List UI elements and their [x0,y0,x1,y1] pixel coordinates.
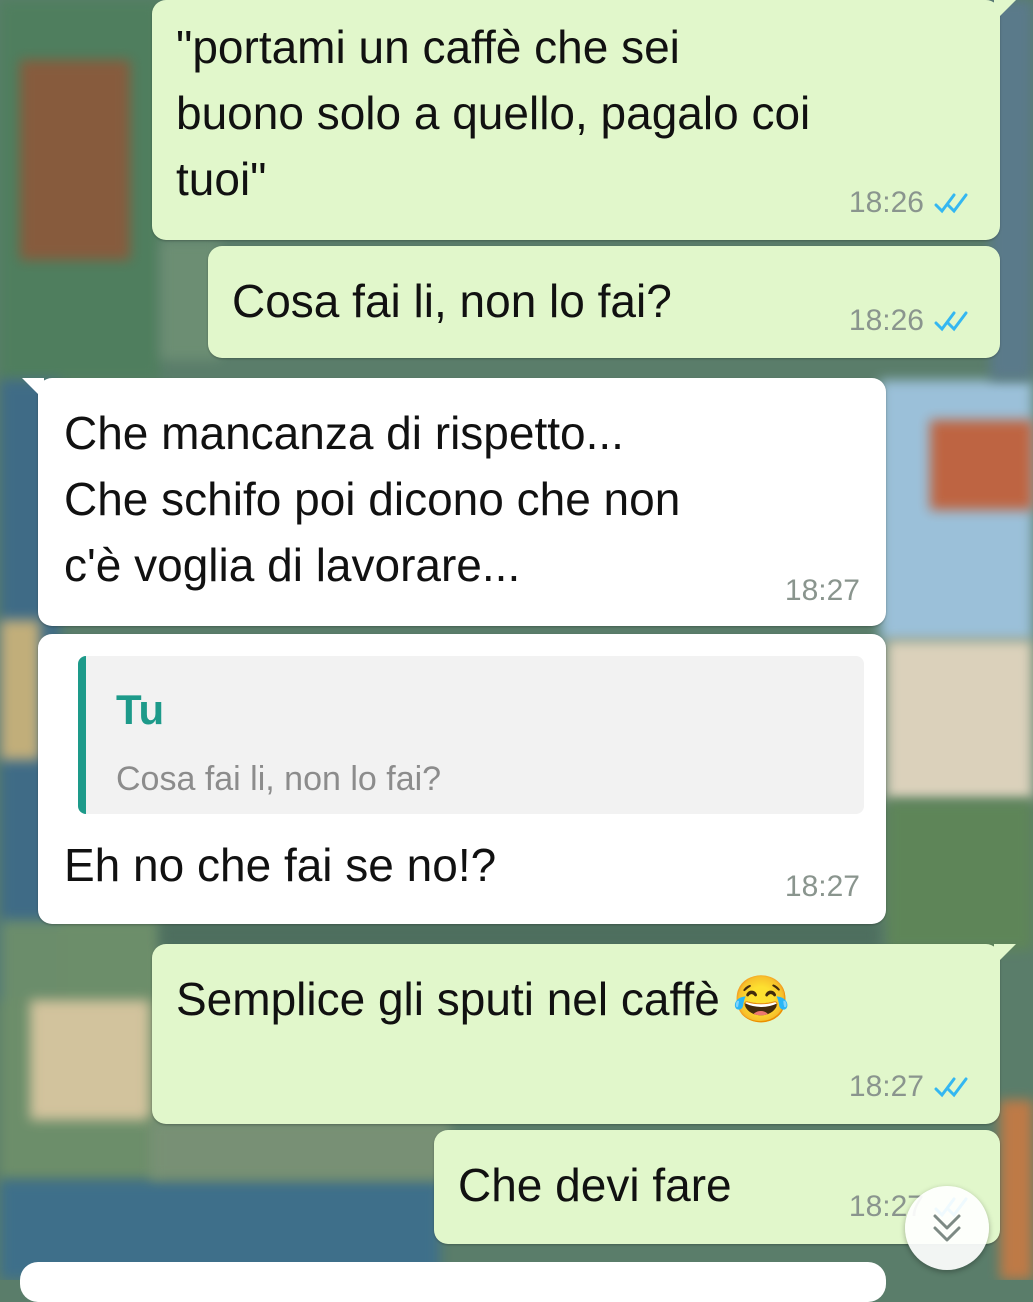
message-text-line: Semplice gli sputi nel caffè 😂 [176,973,790,1025]
message-time: 18:27 [784,870,860,903]
message-input-bar-edge[interactable] [20,1262,886,1302]
message-bubble-outgoing[interactable]: "portami un caffè che sei buono solo a q… [152,0,1016,240]
bubble-tail [22,378,44,400]
double-chevron-down-icon [933,1214,961,1242]
message-bubble-incoming-reply[interactable]: Tu Cosa fai li, non lo fai? Eh no che fa… [38,634,886,924]
message-bubble-incoming[interactable]: Che mancanza di rispetto... Che schifo p… [22,378,886,626]
quote-accent-bar [78,656,86,814]
message-text-line: buono solo a quello, pagalo coi [176,87,811,139]
read-ticks-icon [934,311,968,332]
message-bubble-outgoing[interactable]: Semplice gli sputi nel caffè 😂 18:27 [152,944,1016,1124]
message-text-line: Che schifo poi dicono che non [64,473,681,525]
bubble-tail [994,0,1016,22]
message-text-line: Cosa fai li, non lo fai? [232,275,672,327]
message-time: 18:26 [848,304,924,337]
read-ticks-icon [934,193,968,214]
reply-quote[interactable]: Tu Cosa fai li, non lo fai? [78,656,864,814]
message-bubble-outgoing[interactable]: Cosa fai li, non lo fai? 18:26 [208,246,1000,358]
message-text-line: c'è voglia di lavorare... [64,539,521,591]
quote-text: Cosa fai li, non lo fai? [116,760,442,798]
message-time: 18:27 [848,1070,924,1103]
message-time: 18:27 [784,574,860,607]
read-ticks-icon [934,1077,968,1098]
scroll-to-bottom-button[interactable] [905,1186,989,1270]
message-text-line: Eh no che fai se no!? [64,839,497,891]
quote-author: Tu [116,686,165,733]
bubble-tail [994,944,1016,966]
message-text-line: tuoi" [176,153,267,205]
message-text-line: "portami un caffè che sei [176,21,680,73]
message-time: 18:26 [848,186,924,219]
message-text-line: Che mancanza di rispetto... [64,407,624,459]
message-text-line: Che devi fare [458,1159,732,1211]
